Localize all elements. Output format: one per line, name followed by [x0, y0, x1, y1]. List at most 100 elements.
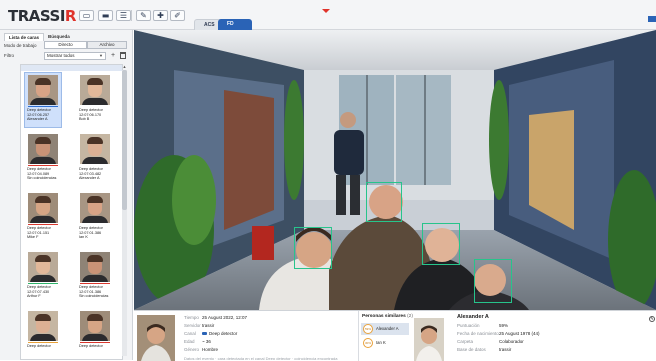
similar-title-text: Personas similares — [362, 314, 406, 319]
match-status-bar — [80, 342, 110, 343]
field-value: trassir — [202, 323, 214, 328]
face-event-card[interactable]: Deep detector 12:07:01.386 Ian K — [77, 191, 113, 245]
person-detail-value: Colaborador — [499, 339, 524, 344]
person-detail-label: Base de datos — [457, 347, 486, 352]
monitor-button[interactable]: ▬ — [98, 10, 113, 21]
face-thumbnail — [28, 193, 58, 223]
event-person: Arthur F — [27, 294, 41, 299]
similar-people-panel: Personas similares (2) 59% Alexander A 30%… — [358, 311, 568, 361]
logo-accent: R — [64, 7, 77, 25]
face-event-card[interactable]: Deep detector — [77, 309, 113, 359]
field-label: Tiempo — [184, 315, 199, 320]
edit-icon[interactable]: ✎ — [649, 316, 655, 322]
field-value: Hombre — [202, 347, 218, 352]
match-status-bar — [80, 283, 110, 284]
pencil-square-button[interactable]: ✐ — [170, 10, 185, 21]
event-snapshot[interactable] — [137, 315, 175, 361]
similar-count: (2) — [407, 314, 413, 319]
filter-select[interactable]: Mostrar todos ▼ — [44, 52, 106, 60]
work-mode-label: Modo de trabajo — [4, 43, 37, 48]
toolbar-divider — [131, 10, 132, 21]
matched-photo-image — [414, 318, 444, 361]
matched-person-photo — [414, 318, 444, 361]
person-detail-label: Carpeta — [457, 339, 474, 344]
layout-button[interactable]: ▭ — [79, 10, 94, 21]
filter-value: Mostrar todos — [47, 53, 75, 58]
tab-face-list[interactable]: Lista de caras — [4, 33, 45, 41]
person-detail-value: 59% — [499, 323, 509, 328]
logo-text: TRASSI — [8, 7, 65, 25]
filter-label: Filtro — [4, 53, 14, 58]
face-detection-box[interactable] — [294, 227, 332, 269]
match-percent-badge: 59% — [363, 324, 373, 334]
field-value-text: 25 August 2022, 12:07 — [202, 315, 248, 320]
face-detection-box[interactable] — [474, 259, 512, 303]
field-value: 25 August 2022, 12:07 — [202, 315, 247, 320]
face-event-card[interactable]: Deep detector 12:07:07.430 Arthur F — [25, 250, 61, 304]
list-scrollbar[interactable] — [122, 70, 127, 356]
layout-icon: ▭ — [82, 10, 91, 20]
face-thumbnail — [28, 75, 58, 105]
person-detail-value: trassir — [499, 347, 512, 352]
face-thumbnail — [28, 252, 58, 282]
field-value-text: trassir — [202, 323, 215, 328]
event-description-text: Datos del evento · cara detectada en el … — [184, 356, 338, 360]
similar-person-row[interactable]: 59% Alexander A — [361, 323, 409, 335]
event-person: Alexander A — [27, 117, 48, 122]
face-event-card[interactable]: Deep detector 12:07:06.257 Alexander A — [24, 72, 62, 128]
trash-icon[interactable] — [120, 52, 126, 59]
face-event-card[interactable]: Deep detector 12:07:04.089 Sin coincidenci… — [25, 132, 61, 186]
trassir-logo: TRASSIR — [8, 7, 76, 25]
puzzle-button[interactable]: ✚ — [153, 10, 168, 21]
field-value: ~ 36 — [202, 339, 211, 344]
camera-icon — [202, 332, 207, 336]
mode-live-button[interactable]: Directo — [44, 41, 87, 49]
face-event-card[interactable]: Deep detector 12:07:01.151 Mike F — [25, 191, 61, 245]
face-thumbnail — [28, 311, 58, 341]
tab-search[interactable]: Búsqueda — [44, 33, 74, 41]
server-tab-fd[interactable]: FD — [218, 19, 252, 30]
match-percent-badge: 30% — [363, 338, 373, 348]
similar-person-row[interactable]: 30% Ian K — [361, 337, 409, 349]
field-label: Canal — [184, 331, 196, 336]
pencil-square-icon: ✐ — [174, 10, 181, 20]
face-thumbnail — [28, 134, 58, 164]
face-detection-box[interactable] — [366, 182, 402, 222]
snapshot-image — [137, 315, 175, 361]
scrollbar-thumb[interactable] — [122, 70, 127, 210]
field-value-text: ~ 36 — [202, 339, 211, 344]
puzzle-icon: ✚ — [157, 10, 164, 20]
similar-person-name: Ian K — [376, 340, 386, 345]
match-status-bar — [28, 106, 58, 107]
mode-archive-button[interactable]: Archivo — [87, 41, 127, 49]
top-toolbar: TRASSIR ▭ ▬ ☰ ✎ ✚ ✐ ACS FD — [0, 0, 656, 30]
event-person: Sin coincidencias — [79, 294, 109, 299]
face-event-card[interactable]: Deep detector 12:07:03.482 Alexander A — [77, 132, 113, 186]
match-status-bar — [28, 342, 58, 343]
list-icon: ☰ — [119, 10, 128, 20]
match-status-bar — [28, 224, 58, 225]
alert-marker-icon — [322, 9, 330, 13]
add-filter-icon[interactable]: + — [111, 52, 115, 60]
window-indicator-icon[interactable] — [648, 16, 656, 22]
face-detection-box[interactable] — [422, 223, 460, 265]
field-value-text: Hombre — [202, 347, 219, 352]
match-status-bar — [80, 224, 110, 225]
event-person: Ian K — [79, 235, 88, 240]
face-thumbnail — [80, 75, 110, 105]
match-status-bar — [80, 106, 110, 107]
event-person: Bob B — [79, 117, 90, 122]
tools-button[interactable]: ✎ — [136, 10, 151, 21]
tools-icon: ✎ — [140, 10, 147, 20]
event-person: Mike F — [27, 235, 39, 240]
person-detail-label: Fecha de nacimiento — [457, 331, 499, 336]
person-detail-label: Puntuación — [457, 323, 480, 328]
list-button[interactable]: ☰ — [116, 10, 131, 21]
event-detector: Deep detector — [79, 344, 103, 348]
camera-video-view[interactable] — [134, 30, 656, 310]
field-label: Género — [184, 347, 200, 352]
face-event-card[interactable]: Deep detector 12:07:06.170 Bob B — [77, 73, 113, 127]
similar-person-name: Alexander A — [376, 326, 399, 331]
face-event-card[interactable]: Deep detector 12:07:01.386 Sin coincidenci… — [77, 250, 113, 304]
face-event-card[interactable]: Deep detector — [25, 309, 61, 359]
